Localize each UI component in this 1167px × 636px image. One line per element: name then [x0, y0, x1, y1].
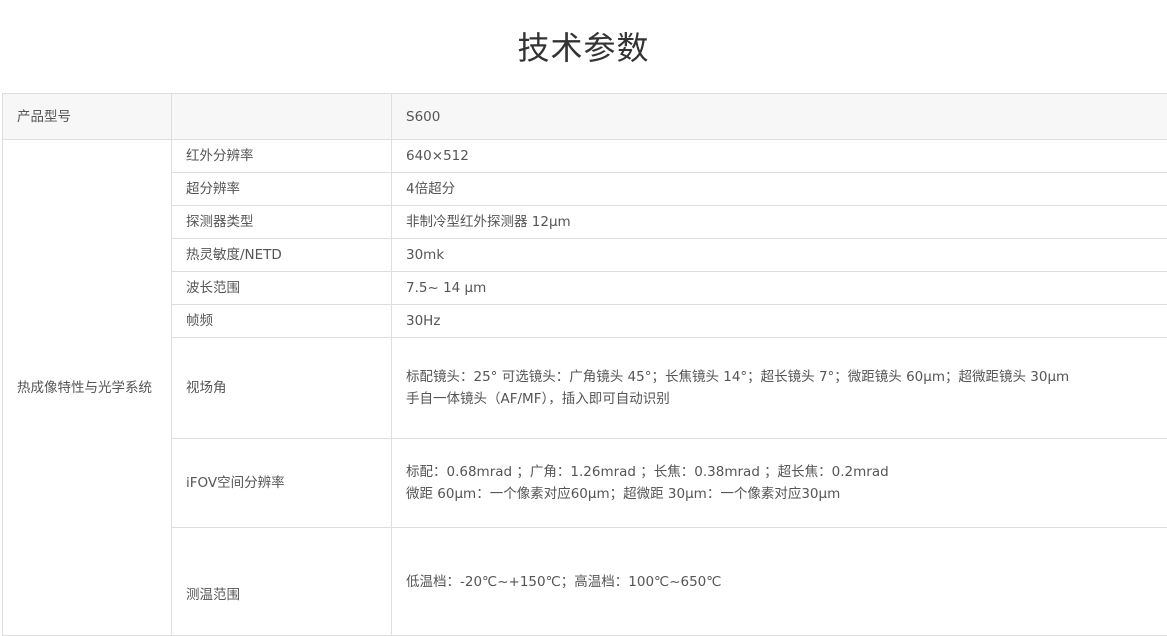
param-value-line: 30Hz [406, 310, 1167, 332]
model-sub-cell [172, 94, 392, 140]
param-value-cell: 30Hz [392, 305, 1167, 338]
param-label-cell: 测温范围 [172, 528, 392, 636]
param-value-line: 标配镜头：25° 可选镜头：广角镜头 45°；长焦镜头 14°；超长镜头 7°；… [406, 366, 1167, 388]
param-value-line: 4倍超分 [406, 178, 1167, 200]
table-row: 探测器类型 非制冷型红外探测器 12μm [3, 206, 1167, 239]
param-value-line: 7.5~ 14 μm [406, 277, 1167, 299]
param-value-line: 640×512 [406, 145, 1167, 167]
param-value-cell: 30mk [392, 239, 1167, 272]
table-row: iFOV空间分辨率 标配：0.68mrad ；广角：1.26mrad ；长焦：0… [3, 439, 1167, 528]
param-value-line: 非制冷型红外探测器 12μm [406, 211, 1167, 233]
spec-table: 产品型号 S600 热成像特性与光学系统 红外分辨率 640×512 超分辨率 … [2, 93, 1167, 636]
param-label-cell: 视场角 [172, 338, 392, 439]
param-label-cell: 热灵敏度/NETD [172, 239, 392, 272]
group-label: 热成像特性与光学系统 [17, 380, 152, 396]
table-row-model: 产品型号 S600 [3, 94, 1167, 140]
param-value-cell: 7.5~ 14 μm [392, 272, 1167, 305]
param-label-cell: 红外分辨率 [172, 140, 392, 173]
table-row: 测温范围 低温档：-20℃~+150℃；高温档：100℃~650℃ [3, 528, 1167, 636]
param-value-line: 标配：0.68mrad ；广角：1.26mrad ；长焦：0.38mrad ；超… [406, 461, 1167, 483]
table-row: 帧频 30Hz [3, 305, 1167, 338]
param-value-cell: 标配镜头：25° 可选镜头：广角镜头 45°；长焦镜头 14°；超长镜头 7°；… [392, 338, 1167, 439]
param-value-cell: 低温档：-20℃~+150℃；高温档：100℃~650℃ [392, 528, 1167, 636]
table-row: 视场角 标配镜头：25° 可选镜头：广角镜头 45°；长焦镜头 14°；超长镜头… [3, 338, 1167, 439]
table-row: 热成像特性与光学系统 红外分辨率 640×512 [3, 140, 1167, 173]
table-row: 超分辨率 4倍超分 [3, 173, 1167, 206]
param-value-cell: 标配：0.68mrad ；广角：1.26mrad ；长焦：0.38mrad ；超… [392, 439, 1167, 528]
param-label-cell: 探测器类型 [172, 206, 392, 239]
param-value-line: 手自一体镜头（AF/MF），插入即可自动识别 [406, 388, 1167, 410]
param-label-cell: iFOV空间分辨率 [172, 439, 392, 528]
param-value-line: 低温档：-20℃~+150℃；高温档：100℃~650℃ [406, 571, 1167, 593]
model-value-cell: S600 [392, 94, 1167, 140]
param-value-cell: 非制冷型红外探测器 12μm [392, 206, 1167, 239]
group-label-cell: 热成像特性与光学系统 [3, 140, 172, 636]
param-value-line: 微距 60μm：一个像素对应60μm；超微距 30μm：一个像素对应30μm [406, 483, 1167, 505]
param-value-cell: 4倍超分 [392, 173, 1167, 206]
model-label-cell: 产品型号 [3, 94, 172, 140]
table-row: 热灵敏度/NETD 30mk [3, 239, 1167, 272]
param-label-cell: 帧频 [172, 305, 392, 338]
param-value-cell: 640×512 [392, 140, 1167, 173]
param-value-line: 30mk [406, 244, 1167, 266]
param-label-cell: 超分辨率 [172, 173, 392, 206]
page-title: 技术参数 [0, 25, 1167, 71]
param-label-cell: 波长范围 [172, 272, 392, 305]
table-row: 波长范围 7.5~ 14 μm [3, 272, 1167, 305]
